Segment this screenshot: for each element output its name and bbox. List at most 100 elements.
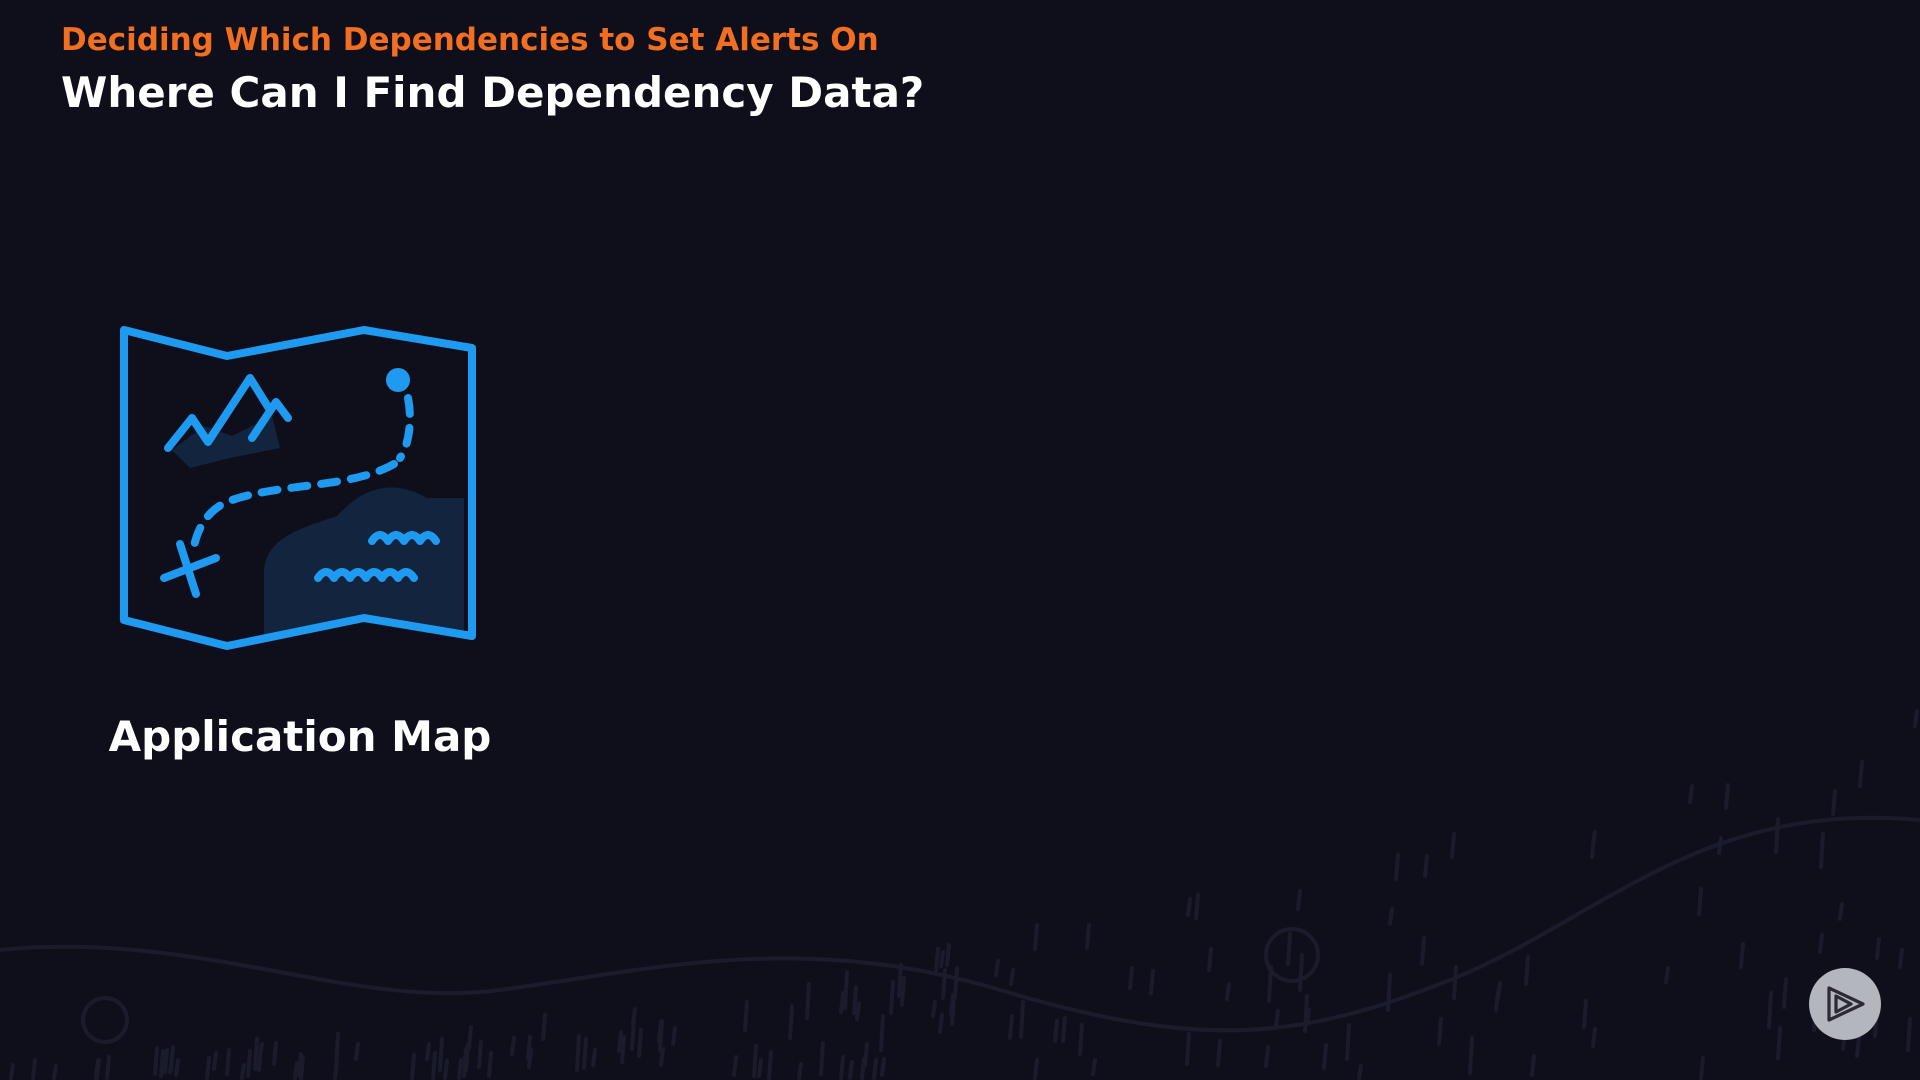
background-tick [671, 1026, 677, 1046]
background-tick [620, 1035, 626, 1064]
background-tick [1590, 833, 1596, 859]
background-tick [299, 1055, 305, 1080]
background-tick [205, 1056, 211, 1080]
background-tick [1053, 1019, 1059, 1043]
pluralsight-play-icon [1827, 986, 1865, 1022]
background-tick [258, 1042, 264, 1060]
background-tick [582, 1037, 588, 1070]
background-tick [1782, 977, 1788, 1009]
background-tick [732, 1055, 738, 1077]
background-tick [1855, 1035, 1861, 1058]
background-tick [1831, 789, 1837, 816]
background-tick [631, 1007, 637, 1026]
background-tick [945, 943, 951, 967]
background-tick [9, 1063, 15, 1080]
background-tick [889, 980, 895, 1015]
background-tick [950, 996, 956, 1026]
background-tick [1267, 965, 1273, 1003]
background-tick [1591, 1027, 1597, 1048]
background-tick [163, 1048, 169, 1074]
background-tick [658, 1019, 664, 1053]
background-tick [1386, 973, 1392, 1012]
background-tick [159, 1049, 165, 1078]
background-tick [52, 1064, 58, 1080]
background-tick [1009, 968, 1015, 986]
background-tick [257, 1044, 263, 1072]
background-tick [1875, 937, 1881, 960]
pluralsight-play-button[interactable] [1809, 968, 1881, 1040]
background-tick [1767, 991, 1773, 1029]
background-tick [431, 1051, 437, 1080]
background-tick [168, 1054, 174, 1074]
background-tick [510, 1036, 516, 1056]
background-tick [467, 1025, 473, 1050]
background-tick [1305, 1008, 1311, 1026]
background-tick [334, 1032, 340, 1071]
background-tick [752, 1044, 758, 1078]
background-tick [767, 1050, 773, 1080]
background-tick [1699, 1056, 1705, 1080]
background-tick [1061, 1016, 1067, 1043]
background-tick [819, 1041, 825, 1076]
background-tick [630, 1016, 636, 1051]
background-tick [1286, 932, 1292, 966]
background-tick [457, 1058, 463, 1080]
background-tick [839, 1055, 845, 1080]
background-tick [949, 993, 955, 1016]
background-tick [657, 1020, 663, 1043]
background-tick [879, 1014, 885, 1052]
background-tick [1303, 994, 1309, 1033]
section-subtitle: Deciding Which Dependencies to Set Alert… [61, 22, 879, 58]
background-tick [212, 1051, 218, 1071]
background-tick [1838, 902, 1844, 921]
background-tick [1906, 1017, 1912, 1052]
background-tick [526, 1035, 532, 1060]
background-tick [1033, 923, 1039, 951]
background-tick [1345, 1023, 1351, 1061]
background-tick [797, 1062, 803, 1080]
background-tick [1819, 832, 1825, 869]
background-tick [1420, 936, 1426, 966]
background-tick [95, 1058, 101, 1080]
background-tick [1739, 942, 1745, 969]
background-tick [1898, 948, 1904, 969]
background-tick [246, 1049, 252, 1078]
background-tick [994, 959, 1000, 977]
background-tick [839, 991, 845, 1014]
background-tick [174, 1058, 180, 1077]
background-tick [94, 1058, 100, 1080]
background-tick [637, 1028, 643, 1058]
background-tick [253, 1037, 259, 1071]
background-tick [1688, 784, 1694, 804]
background-tick [1774, 817, 1780, 854]
background-tick [1298, 953, 1304, 992]
background-tick [1186, 897, 1192, 917]
background-tick [1394, 853, 1400, 881]
background-tick [1858, 760, 1864, 788]
background-tick [1437, 1017, 1443, 1046]
background-tick [1008, 1014, 1014, 1040]
background-tick [848, 1060, 854, 1080]
background-tick [1591, 830, 1597, 849]
background-tick [425, 1042, 431, 1061]
background-tick [161, 1050, 167, 1071]
background-tick [1450, 832, 1456, 859]
background-tick [1452, 965, 1458, 1000]
background-tick [527, 1048, 533, 1069]
background-tick [757, 1058, 763, 1078]
background-tick [1264, 1045, 1270, 1068]
background-tick [897, 963, 903, 998]
background-tick [169, 1045, 175, 1072]
background-tick [1149, 969, 1155, 995]
background-tick [487, 1051, 493, 1078]
background-tick [1423, 854, 1429, 878]
background-tick [1019, 1000, 1025, 1039]
background-tick [153, 1046, 159, 1076]
background-tick [852, 985, 858, 1015]
background-tick [1496, 981, 1502, 1001]
background-tick [900, 976, 906, 1007]
background-tick [1216, 1039, 1222, 1067]
application-map-label: Application Map [108, 712, 492, 761]
background-tick [1776, 1026, 1782, 1060]
background-tick [240, 1063, 246, 1080]
